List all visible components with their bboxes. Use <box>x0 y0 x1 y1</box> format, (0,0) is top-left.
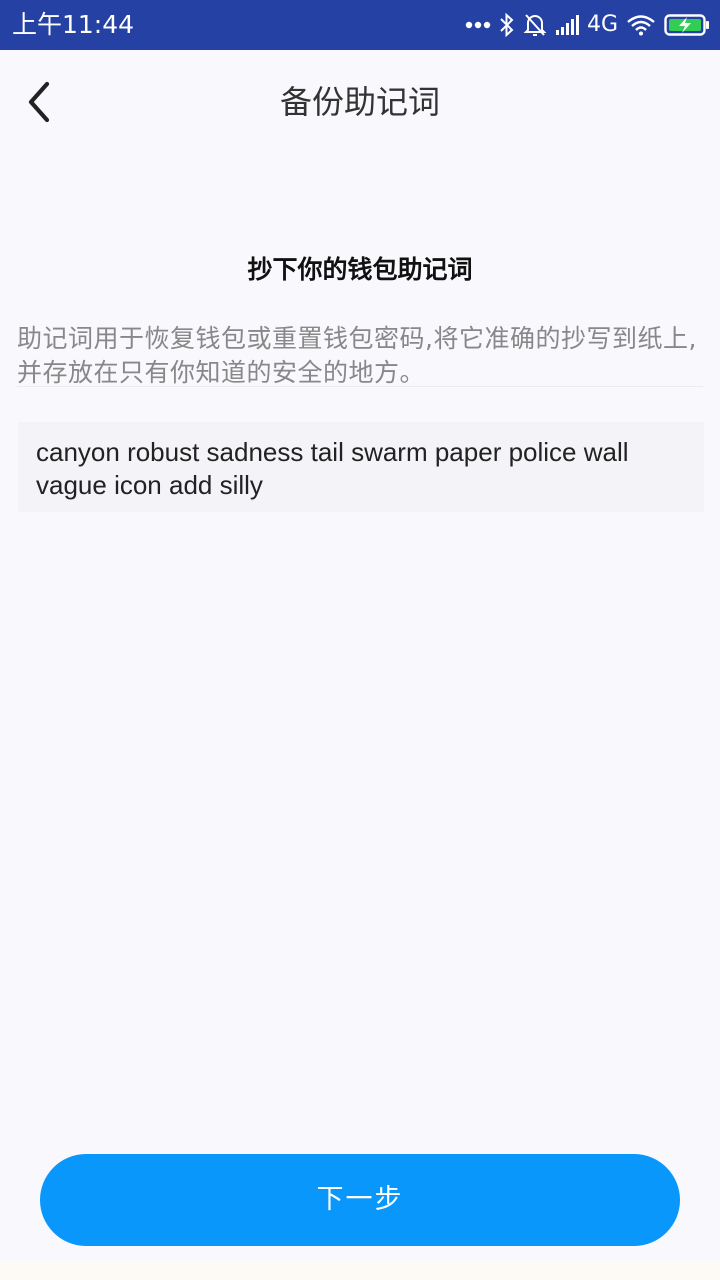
more-dots-icon <box>465 20 491 30</box>
alarm-off-icon <box>523 12 547 38</box>
bluetooth-icon <box>499 12 515 38</box>
screen: 上午11:44 4G 备份助记词 抄下你的钱包助记词 助记词用于恢复钱包或重置钱… <box>0 0 720 1280</box>
status-icons: 4G <box>465 9 710 41</box>
section-heading: 抄下你的钱包助记词 <box>247 255 473 284</box>
status-time: 上午11:44 <box>12 10 135 39</box>
battery-charging-icon <box>664 14 710 36</box>
network-type-label: 4G <box>586 12 618 37</box>
mnemonic-box: canyon robust sadness tail swarm paper p… <box>18 422 704 512</box>
signal-icon <box>555 14 583 36</box>
next-button[interactable]: 下一步 <box>40 1154 680 1246</box>
wifi-icon <box>626 14 656 36</box>
description-text: 助记词用于恢复钱包或重置钱包密码,将它准确的抄写到纸上,并存放在只有你知道的安全… <box>17 324 697 387</box>
page-title: 备份助记词 <box>279 83 440 121</box>
status-bar: 上午11:44 4G <box>0 0 720 50</box>
mnemonic-phrase: canyon robust sadness tail swarm paper p… <box>36 437 629 500</box>
divider <box>17 386 703 387</box>
bottom-strip <box>0 1262 720 1280</box>
header: 备份助记词 <box>0 50 720 154</box>
